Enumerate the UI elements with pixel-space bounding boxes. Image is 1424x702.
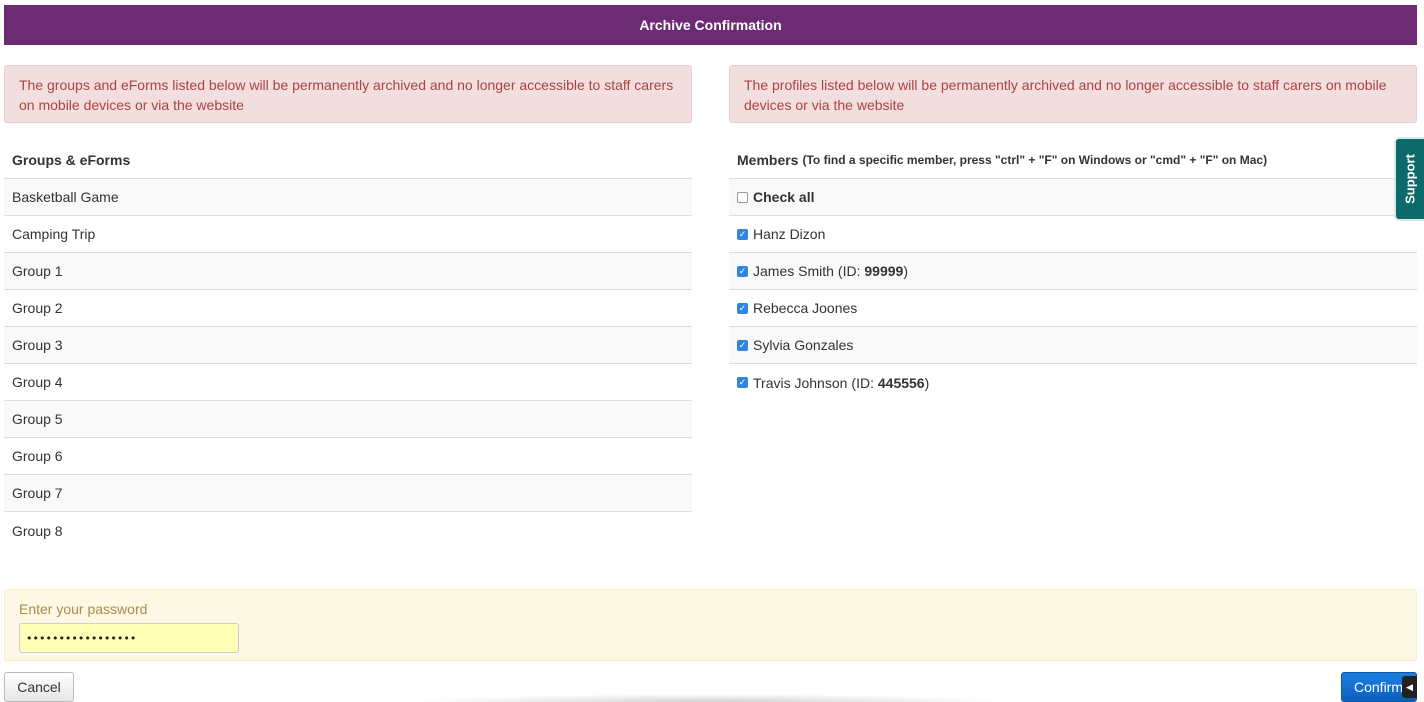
group-name: Group 5 xyxy=(12,411,63,427)
group-row: Group 3 xyxy=(4,327,692,364)
group-row: Group 8 xyxy=(4,512,692,549)
group-row: Group 2 xyxy=(4,290,692,327)
bottom-shadow xyxy=(410,694,1010,702)
group-name: Group 2 xyxy=(12,300,63,316)
member-name[interactable]: James Smith xyxy=(753,263,834,279)
member-name[interactable]: Rebecca Joones xyxy=(753,300,857,316)
member-id-prefix: (ID: xyxy=(837,263,865,279)
group-name: Group 6 xyxy=(12,448,63,464)
group-row: Group 7 xyxy=(4,475,692,512)
password-input[interactable]: ••••••••••••••••• xyxy=(19,623,239,653)
group-name: Group 3 xyxy=(12,337,63,353)
groups-warning-alert: The groups and eForms listed below will … xyxy=(4,65,692,123)
members-warning-alert: The profiles listed below will be perman… xyxy=(729,65,1417,123)
member-name[interactable]: Hanz Dizon xyxy=(753,226,825,242)
member-id: 99999 xyxy=(864,263,904,279)
group-name: Basketball Game xyxy=(12,189,119,205)
support-tab[interactable]: Support xyxy=(1394,137,1424,221)
group-name: Group 4 xyxy=(12,374,63,390)
member-checkbox[interactable]: ✓ xyxy=(737,302,748,314)
member-checkbox[interactable]: ✓ xyxy=(737,228,748,240)
check-all-checkbox[interactable] xyxy=(737,191,748,203)
members-search-hint: (To find a specific member, press "ctrl"… xyxy=(802,153,1268,167)
group-row: Basketball Game xyxy=(4,179,692,216)
group-name: Camping Trip xyxy=(12,226,96,242)
groups-table-header: Groups & eForms xyxy=(4,142,692,179)
member-checkbox[interactable]: ✓ xyxy=(737,377,748,388)
members-header-label: Members xyxy=(737,152,799,168)
collapse-arrow-icon[interactable]: ◀ xyxy=(1402,676,1417,698)
dialog-title: Archive Confirmation xyxy=(639,17,782,33)
groups-table: Groups & eForms Basketball Game Camping T… xyxy=(4,142,692,549)
group-row: Group 1 xyxy=(4,253,692,290)
group-row: Camping Trip xyxy=(4,216,692,253)
check-all-label[interactable]: Check all xyxy=(753,189,814,205)
password-label: Enter your password xyxy=(19,601,148,617)
member-name[interactable]: Sylvia Gonzales xyxy=(753,337,853,353)
cancel-button[interactable]: Cancel xyxy=(4,672,74,702)
group-name: Group 7 xyxy=(12,485,63,501)
member-checkbox[interactable]: ✓ xyxy=(737,265,748,277)
group-name: Group 1 xyxy=(12,263,63,279)
member-checkbox[interactable]: ✓ xyxy=(737,339,748,351)
confirm-button-label: Confirm xyxy=(1354,679,1404,695)
groups-table-body: Basketball Game Camping Trip Group 1 Group … xyxy=(4,179,692,549)
member-id: 445556 xyxy=(877,374,925,391)
check-all-row[interactable]: Check all xyxy=(729,179,1417,216)
member-row[interactable]: ✓ Sylvia Gonzales xyxy=(729,327,1417,364)
dialog-title-bar: Archive Confirmation xyxy=(4,5,1417,45)
members-table-header: Members (To find a specific member, pres… xyxy=(729,142,1417,179)
member-row[interactable]: ✓ Hanz Dizon xyxy=(729,216,1417,253)
support-tab-label: Support xyxy=(1402,154,1418,204)
member-id-prefix: (ID: xyxy=(851,374,878,391)
group-row: Group 6 xyxy=(4,438,692,475)
member-id-suffix: ) xyxy=(903,263,908,279)
member-row[interactable]: ✓ Travis Johnson (ID: 445556) xyxy=(729,364,1417,401)
group-name: Group 8 xyxy=(12,522,63,539)
members-table: Members (To find a specific member, pres… xyxy=(729,142,1417,401)
member-row[interactable]: ✓ James Smith (ID: 99999) xyxy=(729,253,1417,290)
members-table-body: ✓ Hanz Dizon ✓ James Smith (ID: 99999) ✓ Rebec… xyxy=(729,216,1417,401)
password-panel: Enter your password ••••••••••••••••• xyxy=(4,589,1417,661)
member-row[interactable]: ✓ Rebecca Joones xyxy=(729,290,1417,327)
member-name[interactable]: Travis Johnson xyxy=(753,375,847,391)
group-row: Group 5 xyxy=(4,401,692,438)
groups-header-label: Groups & eForms xyxy=(12,152,131,168)
group-row: Group 4 xyxy=(4,364,692,401)
member-id-suffix: ) xyxy=(924,374,930,391)
